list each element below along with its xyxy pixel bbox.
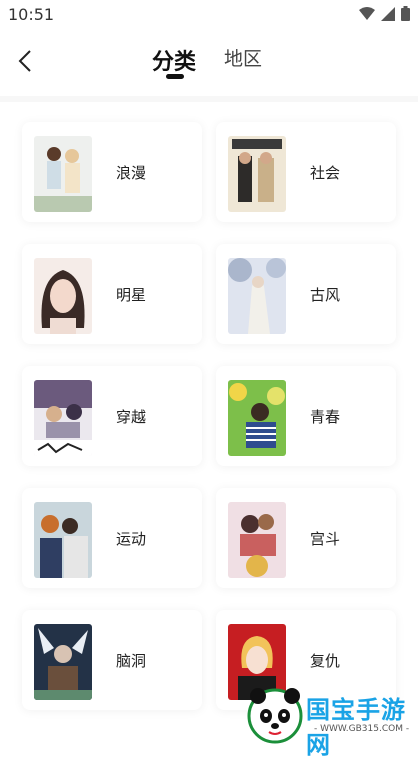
category-card-imagination[interactable]: 脑洞 <box>22 610 202 710</box>
category-label: 宫斗 <box>310 530 341 548</box>
category-card-palace-intrigue[interactable]: 宫斗 <box>216 488 396 588</box>
watermark-url: - WWW.GB315.COM - <box>314 724 410 734</box>
cover-image <box>34 136 92 212</box>
signal-icon <box>381 6 395 25</box>
category-label: 复仇 <box>310 652 341 670</box>
back-button[interactable] <box>10 46 40 76</box>
tab-indicator <box>166 74 184 79</box>
category-card-youth[interactable]: 青春 <box>216 366 396 466</box>
wifi-icon <box>359 6 375 25</box>
category-label: 青春 <box>310 408 341 426</box>
cover-image <box>228 136 286 212</box>
category-card-society[interactable]: 社会 <box>216 122 396 222</box>
category-card-celebrity[interactable]: 明星 <box>22 244 202 344</box>
category-label: 浪漫 <box>116 164 147 182</box>
cover-image <box>34 380 92 456</box>
header: 分类 地区 <box>0 30 418 94</box>
category-card-time-travel[interactable]: 穿越 <box>22 366 202 466</box>
status-time: 10:51 <box>8 5 55 24</box>
cover-image <box>228 380 286 456</box>
tab-category[interactable]: 分类 <box>152 44 196 76</box>
tab-region[interactable]: 地区 <box>224 44 262 71</box>
category-card-romance[interactable]: 浪漫 <box>22 122 202 222</box>
panda-logo-icon <box>247 688 303 744</box>
category-label: 社会 <box>310 164 341 182</box>
category-label: 明星 <box>116 286 147 304</box>
category-label: 脑洞 <box>116 652 147 670</box>
battery-icon <box>401 6 410 25</box>
status-icons <box>359 6 410 25</box>
watermark: 国宝手游网 - WWW.GB315.COM - <box>244 684 418 759</box>
cover-image <box>34 258 92 334</box>
category-card-sports[interactable]: 运动 <box>22 488 202 588</box>
category-label: 穿越 <box>116 408 147 426</box>
cover-image <box>34 624 92 700</box>
category-card-ancient-style[interactable]: 古风 <box>216 244 396 344</box>
divider <box>0 96 418 102</box>
cover-image <box>228 258 286 334</box>
cover-image <box>228 502 286 578</box>
status-bar: 10:51 <box>0 0 418 30</box>
category-label: 运动 <box>116 530 147 548</box>
cover-image <box>34 502 92 578</box>
chevron-left-icon <box>18 50 31 72</box>
category-label: 古风 <box>310 286 341 304</box>
